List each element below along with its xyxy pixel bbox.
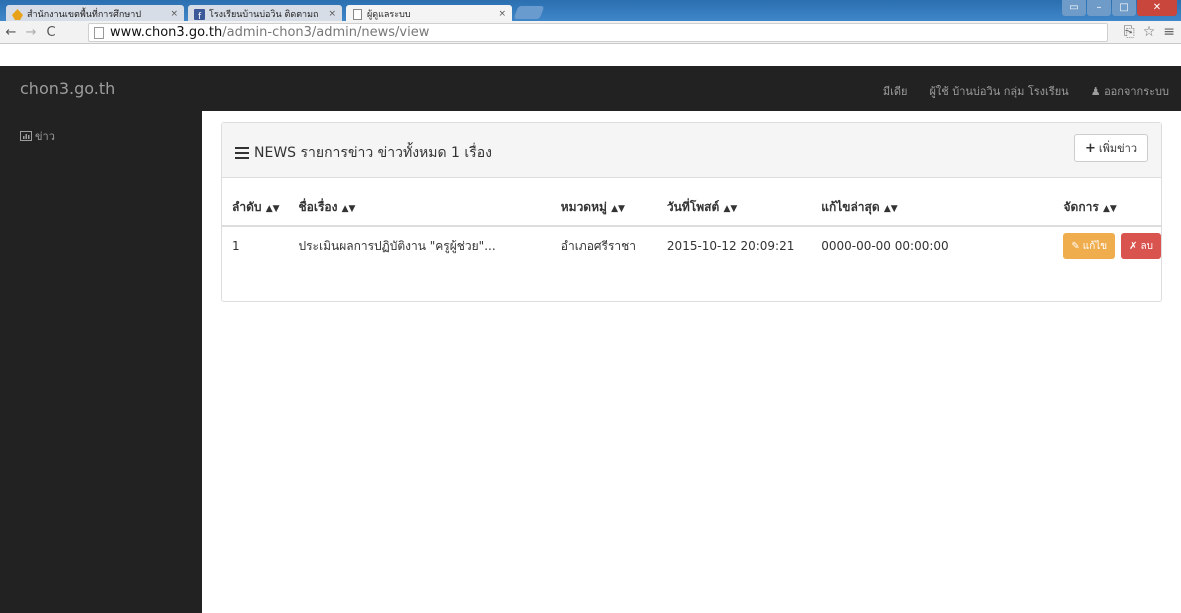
tab-title: สำนักงานเขตพื้นที่การศึกษาป	[27, 10, 142, 20]
sidebar-item-label: ข่าว	[35, 130, 55, 143]
tab-close-icon[interactable]: ×	[328, 9, 336, 19]
add-news-label: เพิ่มข่าว	[1098, 142, 1137, 155]
col-header-manage[interactable]: จัดการ ▲▼	[1019, 189, 1161, 227]
logout-label: ออกจากระบบ	[1104, 85, 1169, 98]
plus-icon: +	[1084, 140, 1096, 156]
brand[interactable]: chon3.go.th	[20, 79, 115, 98]
sort-icon: ▲▼	[341, 203, 356, 214]
cell-title[interactable]: ประเมินผลการปฏิบัติงาน "ครูผู้ช่วย"...	[298, 226, 560, 265]
new-tab-button[interactable]	[513, 6, 545, 19]
tab-title: ผู้ดูแลระบบ	[367, 10, 411, 20]
cell-actions: ✎ แก้ไข ✗ ลบ	[1019, 227, 1161, 265]
browser-titlebar: สำนักงานเขตพื้นที่การศึกษาป × f โรงเรียน…	[0, 0, 1181, 21]
back-icon[interactable]: ←	[2, 25, 20, 40]
minimize-icon[interactable]: –	[1087, 0, 1111, 16]
user-icon: ♟	[1090, 85, 1101, 98]
delete-button[interactable]: ✗ ลบ	[1121, 233, 1161, 259]
browser-tab-1[interactable]: สำนักงานเขตพื้นที่การศึกษาป ×	[6, 5, 184, 21]
browser-tab-3[interactable]: ผู้ดูแลระบบ ×	[346, 5, 512, 21]
col-header-category[interactable]: หมวดหมู่ ▲▼	[560, 189, 667, 227]
page-title: NEWS รายการข่าว ข่าวทั้งหมด 1 เรื่อง	[235, 142, 492, 164]
browser-tab-2[interactable]: f โรงเรียนบ้านบ่อวิน ติดตามถ ×	[188, 5, 342, 21]
nav-user[interactable]: ผู้ใช้ บ้านบ่อวิน กลุ่ม โรงเรียน	[929, 82, 1068, 100]
sort-icon: ▲▼	[723, 203, 738, 214]
restore-icon[interactable]: ▭	[1062, 0, 1086, 16]
browser-toolbar: ← → C www.chon3.go.th/admin-chon3/admin/…	[0, 21, 1181, 44]
menu-icon[interactable]: ≡	[1163, 24, 1175, 40]
window-controls: ▭ – □ ✕	[1061, 0, 1177, 18]
sidebar-item-news[interactable]: ข่าว	[20, 127, 55, 145]
cell-posted: 2015-10-12 20:09:21	[666, 239, 795, 253]
trash-icon: ✗	[1129, 240, 1138, 252]
maximize-icon[interactable]: □	[1112, 0, 1136, 16]
news-table: ลำดับ ▲▼ ชื่อเรื่อง ▲▼ หมวดหมู่ ▲▼ วันที…	[222, 189, 1161, 265]
list-icon	[235, 147, 249, 159]
panel-title-text: NEWS รายการข่าว ข่าวทั้งหมด 1 เรื่อง	[254, 145, 492, 161]
address-bar[interactable]: www.chon3.go.th/admin-chon3/admin/news/v…	[88, 23, 1108, 42]
edit-label: แก้ไข	[1082, 240, 1108, 252]
bookmark-star-icon[interactable]: ☆	[1143, 24, 1156, 40]
page-icon	[94, 26, 104, 39]
tab-title: โรงเรียนบ้านบ่อวิน ติดตามถ	[209, 10, 319, 20]
facebook-favicon-icon: f	[194, 8, 205, 20]
bar-chart-icon	[20, 131, 32, 141]
reload-icon[interactable]: C	[42, 25, 60, 40]
news-panel: NEWS รายการข่าว ข่าวทั้งหมด 1 เรื่อง + เ…	[221, 122, 1162, 302]
forward-icon[interactable]: →	[22, 25, 40, 40]
table-header-row: ลำดับ ▲▼ ชื่อเรื่อง ▲▼ หมวดหมู่ ▲▼ วันที…	[222, 189, 1161, 227]
url-path: /admin-chon3/admin/news/view	[222, 25, 430, 40]
tab-close-icon[interactable]: ×	[170, 9, 178, 19]
tab-close-icon[interactable]: ×	[498, 9, 506, 19]
sidebar: ข่าว	[0, 111, 202, 613]
sort-icon: ▲▼	[1102, 203, 1117, 214]
sort-icon: ▲▼	[883, 203, 898, 214]
sort-icon: ▲▼	[265, 203, 280, 214]
col-header-updated[interactable]: แก้ไขล่าสุด ▲▼	[821, 189, 1020, 227]
cell-category: อำเภอศรีราชา	[560, 238, 637, 253]
school-favicon-icon	[12, 8, 23, 20]
col-header-no[interactable]: ลำดับ ▲▼	[222, 189, 299, 227]
pencil-icon: ✎	[1071, 240, 1080, 252]
translate-icon[interactable]: ⎘	[1124, 24, 1135, 40]
cell-no: 1	[232, 239, 240, 253]
col-header-title[interactable]: ชื่อเรื่อง ▲▼	[298, 189, 561, 227]
logout-link[interactable]: ♟ ออกจากระบบ	[1091, 82, 1169, 100]
sort-icon: ▲▼	[611, 203, 625, 214]
cell-updated: 0000-00-00 00:00:00	[821, 239, 949, 253]
url-host: www.chon3.go.th	[110, 25, 223, 40]
panel-heading: NEWS รายการข่าว ข่าวทั้งหมด 1 เรื่อง + เ…	[222, 123, 1161, 178]
table-row: 1 ประเมินผลการปฏิบัติงาน "ครูผู้ช่วย"...…	[222, 226, 1161, 265]
add-news-button[interactable]: + เพิ่มข่าว	[1073, 134, 1148, 162]
col-header-posted[interactable]: วันที่โพสต์ ▲▼	[666, 189, 822, 227]
edit-button[interactable]: ✎ แก้ไข	[1063, 233, 1116, 259]
nav-media[interactable]: มีเดีย	[883, 82, 908, 100]
close-window-icon[interactable]: ✕	[1137, 0, 1177, 16]
delete-label: ลบ	[1140, 240, 1153, 252]
top-navbar: chon3.go.th มีเดีย ผู้ใช้ บ้านบ่อวิน กลุ…	[0, 66, 1181, 111]
page-favicon-icon	[353, 8, 362, 20]
